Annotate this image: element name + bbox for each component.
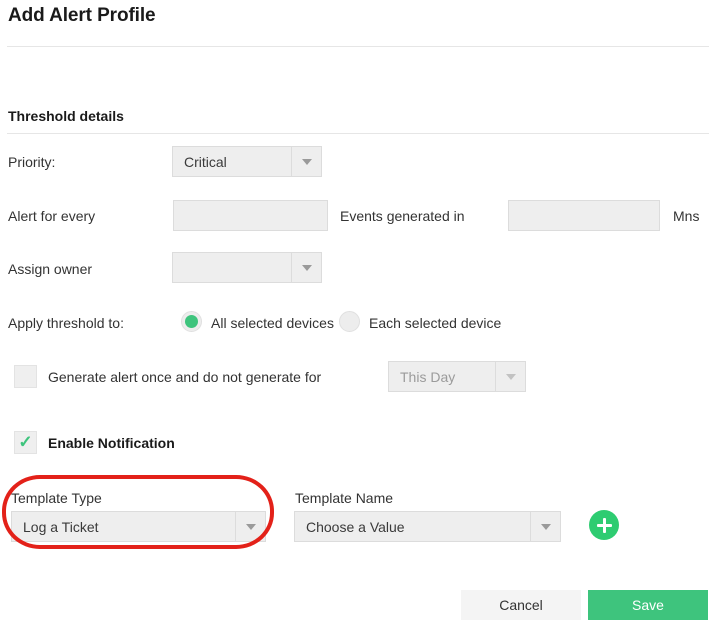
priority-label: Priority: <box>8 154 56 170</box>
template-type-value: Log a Ticket <box>23 518 99 535</box>
chevron-down-icon[interactable] <box>530 512 560 541</box>
chevron-down-icon[interactable] <box>495 362 525 391</box>
template-name-label: Template Name <box>295 490 394 506</box>
alert-for-every-label: Alert for every <box>8 208 96 224</box>
save-button[interactable]: Save <box>588 590 708 620</box>
radio-each-selected-device[interactable] <box>339 311 360 332</box>
chevron-down-icon[interactable] <box>291 253 321 282</box>
template-type-label: Template Type <box>11 490 102 506</box>
template-name-value: Choose a Value <box>306 518 405 535</box>
section-title-threshold-details: Threshold details <box>8 108 124 124</box>
radio-each-selected-device-label[interactable]: Each selected device <box>369 315 501 331</box>
radio-all-selected-devices-label[interactable]: All selected devices <box>211 315 334 331</box>
alert-for-every-input[interactable] <box>173 200 328 231</box>
generate-once-period-value: This Day <box>400 368 456 385</box>
assign-owner-dropdown[interactable] <box>172 252 322 283</box>
events-generated-in-input[interactable] <box>508 200 660 231</box>
radio-all-selected-devices[interactable] <box>181 311 202 332</box>
generate-once-checkbox[interactable] <box>14 365 37 388</box>
add-template-button[interactable] <box>589 510 619 540</box>
priority-value: Critical <box>184 153 227 170</box>
chevron-down-icon[interactable] <box>291 147 321 176</box>
template-name-dropdown[interactable]: Choose a Value <box>294 511 561 542</box>
generate-once-label[interactable]: Generate alert once and do not generate … <box>48 369 321 385</box>
cancel-button[interactable]: Cancel <box>461 590 581 620</box>
generate-once-period-dropdown[interactable]: This Day <box>388 361 526 392</box>
page-title: Add Alert Profile <box>8 5 156 26</box>
section-divider <box>7 133 709 134</box>
template-type-dropdown[interactable]: Log a Ticket <box>11 511 266 542</box>
header-divider <box>7 46 709 47</box>
chevron-down-icon[interactable] <box>235 512 265 541</box>
events-generated-in-label: Events generated in <box>340 208 465 224</box>
enable-notification-label[interactable]: Enable Notification <box>48 435 175 451</box>
apply-threshold-label: Apply threshold to: <box>8 315 124 331</box>
events-unit-label: Mns <box>673 208 700 224</box>
check-icon: ✓ <box>18 431 33 451</box>
assign-owner-label: Assign owner <box>8 261 93 277</box>
enable-notification-checkbox[interactable]: ✓ <box>14 431 37 454</box>
priority-dropdown[interactable]: Critical <box>172 146 322 177</box>
